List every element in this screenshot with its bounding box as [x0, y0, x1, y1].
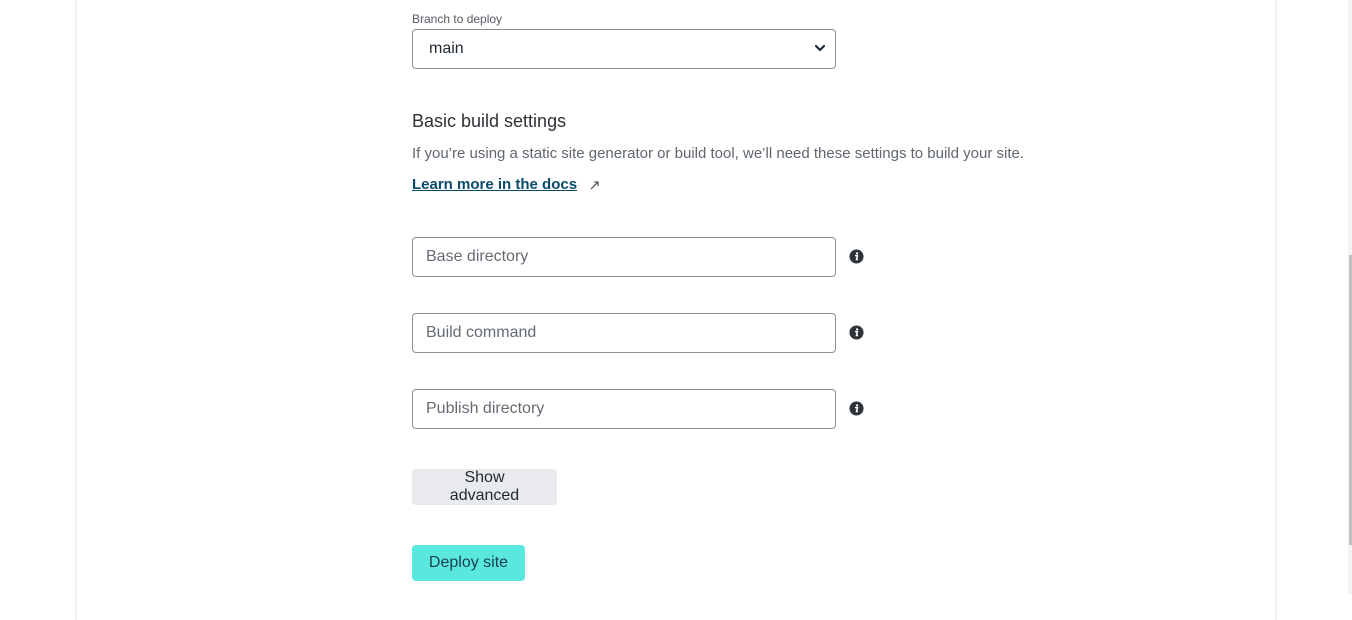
docs-link[interactable]: Learn more in the docs — [412, 176, 577, 193]
content-card: Branch to deploy main Basic build settin… — [76, 0, 1276, 620]
show-advanced-button[interactable]: Show advanced — [412, 469, 557, 505]
external-link-icon — [590, 181, 599, 190]
deploy-site-button[interactable]: Deploy site — [412, 545, 525, 581]
publish-directory-input[interactable] — [412, 389, 836, 429]
branch-select-value: main — [429, 40, 464, 57]
info-icon[interactable] — [849, 325, 864, 340]
branch-select[interactable]: main — [412, 29, 836, 69]
base-directory-input[interactable] — [412, 237, 836, 277]
section-title: Basic build settings — [412, 111, 567, 131]
branch-label: Branch to deploy — [412, 12, 503, 26]
chevron-down-icon — [814, 44, 826, 52]
section-description: If you’re using a static site generator … — [412, 145, 1025, 162]
info-icon[interactable] — [849, 249, 864, 264]
info-icon[interactable] — [849, 401, 864, 416]
base-directory-row — [412, 237, 882, 277]
build-command-input[interactable] — [412, 313, 836, 353]
publish-directory-row — [412, 389, 882, 429]
build-command-row — [412, 313, 882, 353]
